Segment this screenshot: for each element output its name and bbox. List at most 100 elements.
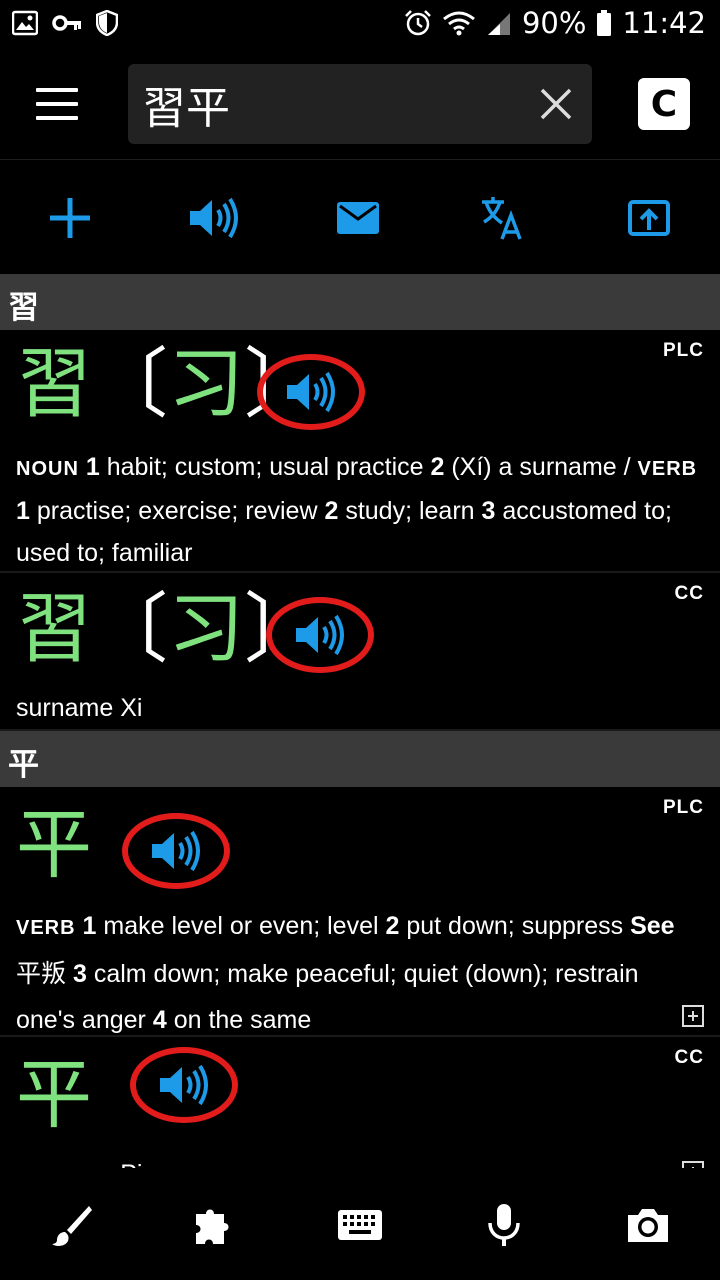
status-right-icons: 90% 11:42 bbox=[404, 6, 706, 40]
sense-text: put down; suppress bbox=[406, 912, 624, 940]
voice-input-button[interactable] bbox=[481, 1202, 527, 1248]
section-header: 平 bbox=[0, 731, 720, 787]
sense-number: 1 bbox=[82, 912, 97, 940]
gallery-icon bbox=[12, 10, 38, 36]
clock: 11:42 bbox=[622, 6, 706, 40]
sense-number: 1 bbox=[85, 453, 100, 481]
speaker-icon bbox=[287, 371, 335, 413]
addons-button[interactable] bbox=[192, 1202, 238, 1248]
pos-noun: NOUN bbox=[16, 458, 79, 480]
dictionary-entry[interactable]: PLC 習 〔 习 〕 NOUN 1 habit; custom; usual … bbox=[0, 330, 720, 573]
share-button[interactable] bbox=[626, 195, 672, 241]
menu-icon-line bbox=[36, 116, 78, 120]
search-input[interactable] bbox=[142, 74, 522, 134]
sense-text: (Xí) a surname bbox=[451, 453, 617, 481]
speaker-icon bbox=[152, 830, 200, 872]
speaker-icon bbox=[160, 1064, 208, 1106]
open-bracket: 〔 bbox=[92, 339, 168, 428]
definition-text: VERB 1 make level or even; level 2 put d… bbox=[16, 903, 700, 1035]
section-header: 習 bbox=[0, 274, 720, 330]
puzzle-icon bbox=[196, 1209, 229, 1244]
share-icon bbox=[628, 200, 670, 236]
definition-text: NOUN 1 habit; custom; usual practice 2 (… bbox=[16, 446, 700, 571]
source-label: PLC bbox=[663, 797, 704, 818]
clipboard-c-button[interactable]: C bbox=[638, 78, 690, 130]
sense-number: 2 bbox=[385, 912, 400, 940]
clear-search-icon[interactable] bbox=[538, 86, 574, 122]
microphone-icon bbox=[488, 1204, 520, 1246]
pos-verb: VERB bbox=[637, 458, 698, 480]
camera-ocr-button[interactable] bbox=[625, 1202, 671, 1248]
dictionary-entry[interactable]: PLC 平 VERB 1 make level or even; level 2… bbox=[0, 787, 720, 1037]
sense-text: on the same bbox=[173, 1006, 312, 1034]
wifi-icon bbox=[443, 11, 475, 36]
speaker-icon bbox=[190, 197, 238, 239]
source-label: CC bbox=[674, 583, 704, 604]
see-link[interactable]: 平叛 bbox=[16, 960, 66, 988]
see-label: See bbox=[630, 912, 675, 940]
headword-traditional: 習 bbox=[16, 339, 92, 428]
speak-button[interactable] bbox=[188, 195, 240, 241]
menu-icon bbox=[36, 88, 78, 92]
status-bar: 90% 11:42 bbox=[0, 0, 720, 48]
sense-number: 3 bbox=[72, 960, 87, 988]
alarm-icon bbox=[405, 10, 431, 36]
bottom-toolbar bbox=[0, 1168, 720, 1280]
definition-text: surname Xi bbox=[16, 694, 143, 722]
pronounce-button[interactable] bbox=[257, 354, 365, 430]
sense-text: make level or even; level bbox=[103, 912, 379, 940]
menu-icon-line bbox=[36, 102, 78, 106]
translate-icon bbox=[482, 197, 522, 240]
sense-number: 3 bbox=[481, 497, 496, 525]
sense-number: 4 bbox=[152, 1006, 167, 1034]
sense-text: study; learn bbox=[345, 497, 475, 525]
camera-icon bbox=[628, 1209, 668, 1242]
pronounce-button[interactable] bbox=[122, 813, 230, 889]
source-label: PLC bbox=[663, 340, 704, 361]
section-header-char: 平 bbox=[8, 747, 39, 783]
dictionary-entry[interactable]: CC 平 surname Ping bbox=[0, 1037, 720, 1168]
headword-traditional: 習 bbox=[16, 584, 92, 673]
mail-icon bbox=[337, 202, 379, 234]
mail-button[interactable] bbox=[335, 195, 381, 241]
sense-number: 2 bbox=[430, 453, 445, 481]
dictionary-entry[interactable]: CC 習 〔 习 〕 surname Xi bbox=[0, 573, 720, 731]
app-bar: C bbox=[0, 48, 720, 160]
action-row bbox=[0, 161, 720, 273]
battery-icon bbox=[597, 10, 612, 36]
pronounce-button[interactable] bbox=[266, 597, 374, 673]
headword: 平 bbox=[16, 807, 92, 883]
headword-simplified: 习 bbox=[168, 584, 244, 673]
headword-simplified: 习 bbox=[168, 339, 244, 428]
section-header-char: 習 bbox=[8, 290, 39, 326]
signal-icon bbox=[487, 13, 510, 35]
definition-text: surname Ping bbox=[16, 1153, 700, 1168]
headword-traditional: 平 bbox=[16, 1050, 92, 1139]
speaker-icon bbox=[296, 614, 344, 656]
handwriting-button[interactable] bbox=[48, 1202, 94, 1248]
sense-text: habit; custom; usual practice bbox=[106, 453, 424, 481]
expand-entry-button[interactable] bbox=[682, 1005, 704, 1027]
pronounce-button[interactable] bbox=[130, 1047, 238, 1123]
translate-button[interactable] bbox=[480, 195, 526, 241]
status-left-icons bbox=[12, 10, 118, 36]
search-box bbox=[128, 64, 592, 144]
battery-percentage: 90% bbox=[521, 6, 587, 40]
keyboard-button[interactable] bbox=[337, 1202, 383, 1248]
keyboard-icon bbox=[338, 1210, 382, 1240]
headword-traditional: 平 bbox=[16, 800, 92, 889]
shield-icon bbox=[96, 10, 118, 36]
add-button[interactable] bbox=[47, 195, 93, 241]
menu-button[interactable] bbox=[30, 82, 84, 126]
sense-text: practise; exercise; review bbox=[36, 497, 318, 525]
add-icon bbox=[50, 198, 90, 238]
brush-icon bbox=[52, 1206, 92, 1246]
key-icon bbox=[52, 15, 81, 31]
source-label: CC bbox=[674, 1047, 704, 1068]
open-bracket: 〔 bbox=[92, 584, 168, 673]
sense-number: 2 bbox=[324, 497, 339, 525]
pos-verb: VERB bbox=[16, 917, 76, 939]
expand-entry-button[interactable] bbox=[682, 1161, 704, 1168]
headword: 平 bbox=[16, 1057, 92, 1133]
sense-text: calm down; make peaceful; quiet (down); … bbox=[16, 960, 639, 1034]
